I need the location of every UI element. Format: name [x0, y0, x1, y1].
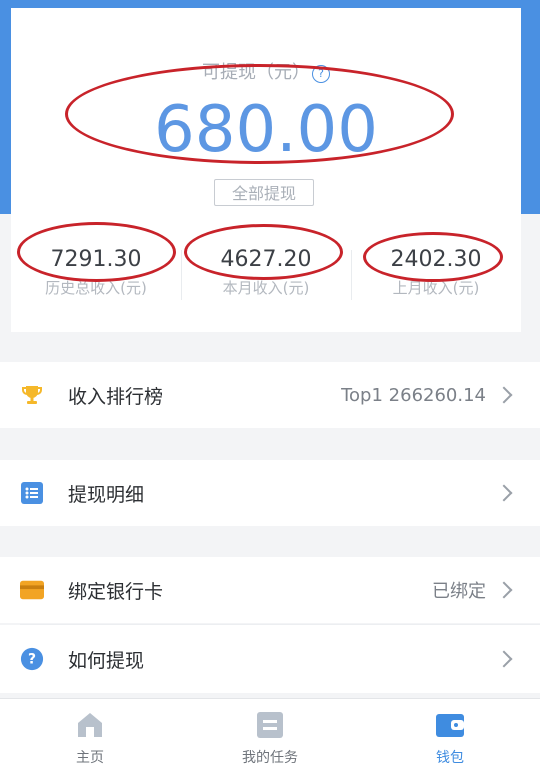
tab-wallet[interactable]: 钱包 [360, 699, 540, 772]
chevron-right-icon [495, 650, 513, 668]
withdraw-all-button[interactable]: 全部提现 [214, 179, 314, 206]
wallet-icon [434, 709, 466, 741]
stat-last-month-income: 2402.30 上月收入(元) [351, 242, 521, 312]
income-ranking-row[interactable]: 收入排行榜 Top1 266260.14 [0, 362, 540, 428]
stat-label: 上月收入(元) [392, 279, 480, 297]
stat-label: 历史总收入(元) [45, 279, 147, 297]
wallet-summary-card: 可提现（元）? 680.00 全部提现 7291.30 历史总收入(元) 462… [11, 8, 521, 332]
chevron-right-icon [495, 484, 513, 502]
bind-bank-card-row[interactable]: 绑定银行卡 已绑定 [0, 557, 540, 623]
chevron-right-icon [495, 581, 513, 599]
help-icon[interactable]: ? [312, 65, 330, 83]
bank-card-icon [20, 578, 44, 602]
stat-label: 本月收入(元) [222, 279, 310, 297]
question-icon: ? [20, 647, 44, 671]
stat-total-income: 7291.30 历史总收入(元) [11, 242, 181, 312]
task-icon [254, 709, 286, 741]
stat-value: 2402.30 [390, 247, 482, 272]
tab-home[interactable]: 主页 [0, 699, 180, 772]
bind-bank-card-label: 绑定银行卡 [68, 580, 164, 603]
how-to-withdraw-row[interactable]: ? 如何提现 [0, 625, 540, 693]
tab-label: 主页 [76, 750, 104, 766]
svg-text:?: ? [28, 652, 36, 668]
tab-my-tasks[interactable]: 我的任务 [180, 699, 360, 772]
stat-value: 4627.20 [220, 247, 312, 272]
chevron-right-icon [495, 386, 513, 404]
home-icon [74, 709, 106, 741]
tab-label: 钱包 [436, 750, 464, 766]
income-ranking-label: 收入排行榜 [68, 385, 164, 408]
stat-this-month-income: 4627.20 本月收入(元) [181, 242, 351, 312]
income-ranking-value: Top1 266260.14 [341, 384, 486, 406]
bind-status: 已绑定 [432, 581, 486, 602]
available-balance: 680.00 [154, 93, 378, 167]
how-to-withdraw-label: 如何提现 [68, 649, 145, 672]
withdraw-detail-label: 提现明细 [68, 483, 145, 506]
available-label: 可提现（元）? [11, 58, 521, 84]
list-icon [20, 481, 44, 505]
withdraw-detail-row[interactable]: 提现明细 [0, 460, 540, 526]
income-stats: 7291.30 历史总收入(元) 4627.20 本月收入(元) 2402.30… [11, 242, 521, 312]
bottom-tab-bar: 主页 我的任务 钱包 [0, 698, 540, 772]
trophy-icon [20, 383, 44, 407]
tab-label: 我的任务 [242, 750, 298, 766]
stat-value: 7291.30 [50, 247, 142, 272]
